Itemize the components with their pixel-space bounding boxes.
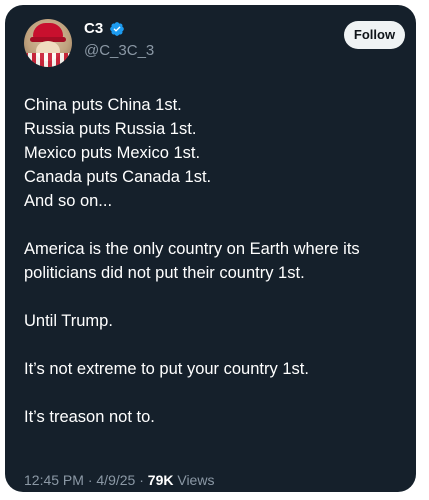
tweet-paragraph: It’s treason not to. [24, 408, 155, 426]
follow-button[interactable]: Follow [344, 21, 405, 49]
profile-avatar-icon[interactable] [24, 19, 72, 67]
tweet-line: China puts China 1st. [24, 96, 182, 114]
tweet-line: Russia puts Russia 1st. [24, 120, 197, 138]
tweet-line: Canada puts Canada 1st. [24, 168, 212, 186]
tweet-metadata: 12:45 PM · 4/9/25 · 79K Views [24, 471, 214, 489]
tweet-paragraph: It’s not extreme to put your country 1st… [24, 360, 309, 378]
tweet-card: C3 @C_3C_3 Follow China puts China 1st. … [5, 5, 416, 492]
tweet-time[interactable]: 12:45 PM [24, 472, 84, 488]
verified-badge-icon [110, 22, 125, 36]
tweet-line: Mexico puts Mexico 1st. [24, 144, 201, 162]
tweet-date[interactable]: 4/9/25 [96, 472, 135, 488]
author-display-name[interactable]: C3 [84, 20, 103, 38]
tweet-paragraph: Until Trump. [24, 312, 113, 330]
meta-separator: · [83, 472, 97, 488]
avatar-stripes-shape [24, 53, 72, 67]
views-label: Views [173, 472, 215, 488]
tweet-text: China puts China 1st. Russia puts Russia… [24, 93, 409, 429]
author-name-row: C3 [84, 20, 125, 38]
meta-separator: · [135, 472, 148, 488]
tweet-paragraph: America is the only country on Earth whe… [24, 240, 360, 282]
author-handle[interactable]: @C_3C_3 [84, 42, 154, 60]
tweet-line: And so on... [24, 192, 113, 210]
views-count[interactable]: 79K [148, 472, 174, 488]
